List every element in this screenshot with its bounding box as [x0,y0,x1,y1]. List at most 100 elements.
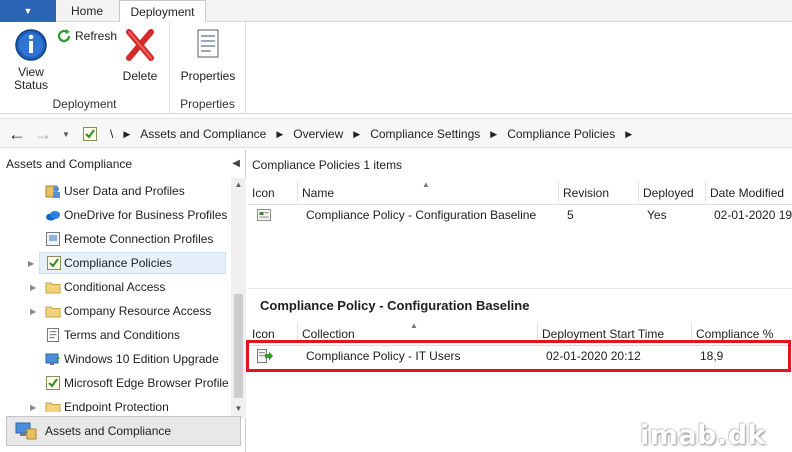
properties-icon [197,29,219,58]
onedrive-cloud-icon [46,211,60,221]
address-bar: ← → ▼ \ ▶ Assets and Compliance ▶ Overvi… [0,118,792,148]
breadcrumb-root[interactable]: \ [110,127,113,141]
cell-name: Compliance Policy - Configuration Baseli… [306,208,537,222]
expand-arrow-icon[interactable]: ▶ [30,283,36,292]
sort-ascending-icon: ▲ [422,180,430,189]
breadcrumb-compliance-policies[interactable]: Compliance Policies [507,127,615,141]
ribbon-group-label-properties: Properties [180,97,235,111]
back-arrow-icon: ← [8,123,26,144]
view-status-label-2: Status [13,78,49,92]
scroll-down-icon[interactable]: ▼ [231,404,246,413]
ribbon-tabbar: ▼ Home Deployment [0,0,792,23]
dropdown-arrow-icon: ▼ [62,129,70,139]
pane-divider[interactable] [248,288,792,289]
console-root-icon [83,127,97,141]
nav-item-label: Company Resource Access [64,304,212,318]
nav-item-label: Terms and Conditions [64,328,181,342]
list-title: Compliance Policies 1 items [252,158,403,172]
collapse-pane-icon[interactable]: ◀ [232,150,240,178]
breadcrumb-overview[interactable]: Overview [293,127,343,141]
tab-home[interactable]: Home [58,0,116,22]
properties-label: Properties [180,69,236,83]
workspace-button-assets-and-compliance[interactable]: Assets and Compliance [6,416,241,446]
nav-item-label: OneDrive for Business Profiles [64,208,228,222]
windows-upgrade-icon [45,353,60,365]
column-header-date-modified[interactable]: Date Modified [706,181,792,205]
back-button[interactable]: ← [6,123,28,145]
table-row[interactable]: Compliance Policy - Configuration Baseli… [248,204,792,226]
folder-icon [45,282,61,294]
folder-icon [45,402,61,412]
nav-item-company-resource-access[interactable]: ▶ Company Resource Access [0,300,230,322]
expand-arrow-icon[interactable]: ▶ [28,259,34,268]
delete-x-icon [126,29,154,61]
expand-arrow-icon[interactable]: ▶ [30,307,36,316]
column-header-deployed[interactable]: Deployed [639,181,706,205]
chevron-right-icon: ▶ [490,128,498,139]
dropdown-arrow-icon: ▼ [23,6,33,16]
nav-item-onedrive-for-business-profiles[interactable]: OneDrive for Business Profiles [0,204,230,226]
nav-item-user-data-and-profiles[interactable]: User Data and Profiles [0,180,230,202]
scroll-up-icon[interactable]: ▲ [231,180,246,189]
refresh-icon [57,29,71,43]
navigation-pane: Assets and Compliance ◀ User Data and Pr… [0,150,246,452]
column-header-revision[interactable]: Revision [559,181,639,205]
folder-icon [45,306,61,318]
nav-item-endpoint-protection[interactable]: ▶ Endpoint Protection [0,396,230,412]
view-status-button[interactable]: View Status [8,28,54,92]
details-pane-title: Compliance Policy - Configuration Baseli… [260,298,530,313]
watermark: imab.dk [640,420,766,451]
nav-scrollbar[interactable]: ▲ ▼ [231,178,246,418]
nav-item-compliance-policies[interactable]: ▶ Compliance Policies [28,252,226,274]
user-data-icon [45,185,60,198]
nav-item-windows-10-edition-upgrade[interactable]: Windows 10 Edition Upgrade [0,348,230,370]
nav-item-label: User Data and Profiles [64,184,185,198]
cell-revision: 5 [567,208,574,222]
chevron-right-icon: ▶ [123,128,131,139]
delete-button[interactable]: Delete [118,28,162,83]
policies-grid-header: Icon ▲ Name Revision Deployed Date Modif… [248,180,792,205]
column-header-name[interactable]: ▲ Name [298,180,559,205]
remote-connection-icon [46,232,60,246]
history-dropdown[interactable]: ▼ [58,123,74,145]
nav-item-conditional-access[interactable]: ▶ Conditional Access [0,276,230,298]
tab-deployment[interactable]: Deployment [119,0,206,23]
edge-profile-icon [46,376,60,390]
nav-item-terms-and-conditions[interactable]: Terms and Conditions [0,324,230,346]
breadcrumb-compliance-settings[interactable]: Compliance Settings [370,127,480,141]
refresh-label: Refresh [75,28,118,43]
workspace-computer-icon [15,422,37,440]
nav-item-label: Remote Connection Profiles [64,232,214,246]
chevron-right-icon: ▶ [353,128,361,139]
breadcrumb-assets-and-compliance[interactable]: Assets and Compliance [140,127,266,141]
refresh-button[interactable]: Refresh [56,28,118,44]
ribbon-group-properties: Properties Properties [170,22,246,114]
highlight-annotation [246,340,791,372]
scrollbar-thumb[interactable] [234,294,243,398]
sort-ascending-icon: ▲ [410,321,418,330]
forward-arrow-icon: → [34,123,52,144]
delete-label: Delete [122,69,158,83]
compliance-policy-icon [257,209,271,221]
chevron-right-icon: ▶ [276,128,284,139]
nav-pane-title-text: Assets and Compliance [6,157,133,171]
nav-item-microsoft-edge-browser-profile[interactable]: Microsoft Edge Browser Profile [0,372,230,394]
app-menu-button[interactable]: ▼ [0,0,56,22]
ribbon-group-deployment: View Status Refresh Delete Deployment [0,22,170,114]
nav-item-label: Endpoint Protection [64,400,169,412]
nav-item-label: Conditional Access [64,280,166,294]
nav-tree: User Data and Profiles OneDrive for Busi… [0,180,230,412]
nav-pane-title: Assets and Compliance ◀ [0,150,246,178]
column-header-collection-text: Collection [302,327,355,341]
compliance-check-icon [47,256,61,270]
chevron-right-icon[interactable]: ▶ [625,129,632,140]
expand-arrow-icon[interactable]: ▶ [30,403,36,412]
forward-button[interactable]: → [32,123,54,145]
nav-item-label: Microsoft Edge Browser Profile [64,376,229,390]
breadcrumb: \ ▶ Assets and Compliance ▶ Overview ▶ C… [82,123,642,145]
column-header-icon[interactable]: Icon [248,181,298,205]
properties-button[interactable]: Properties [176,28,240,83]
nav-item-label: Compliance Policies [64,256,173,270]
cell-date-modified: 02-01-2020 19 [714,208,792,222]
nav-item-remote-connection-profiles[interactable]: Remote Connection Profiles [0,228,230,250]
